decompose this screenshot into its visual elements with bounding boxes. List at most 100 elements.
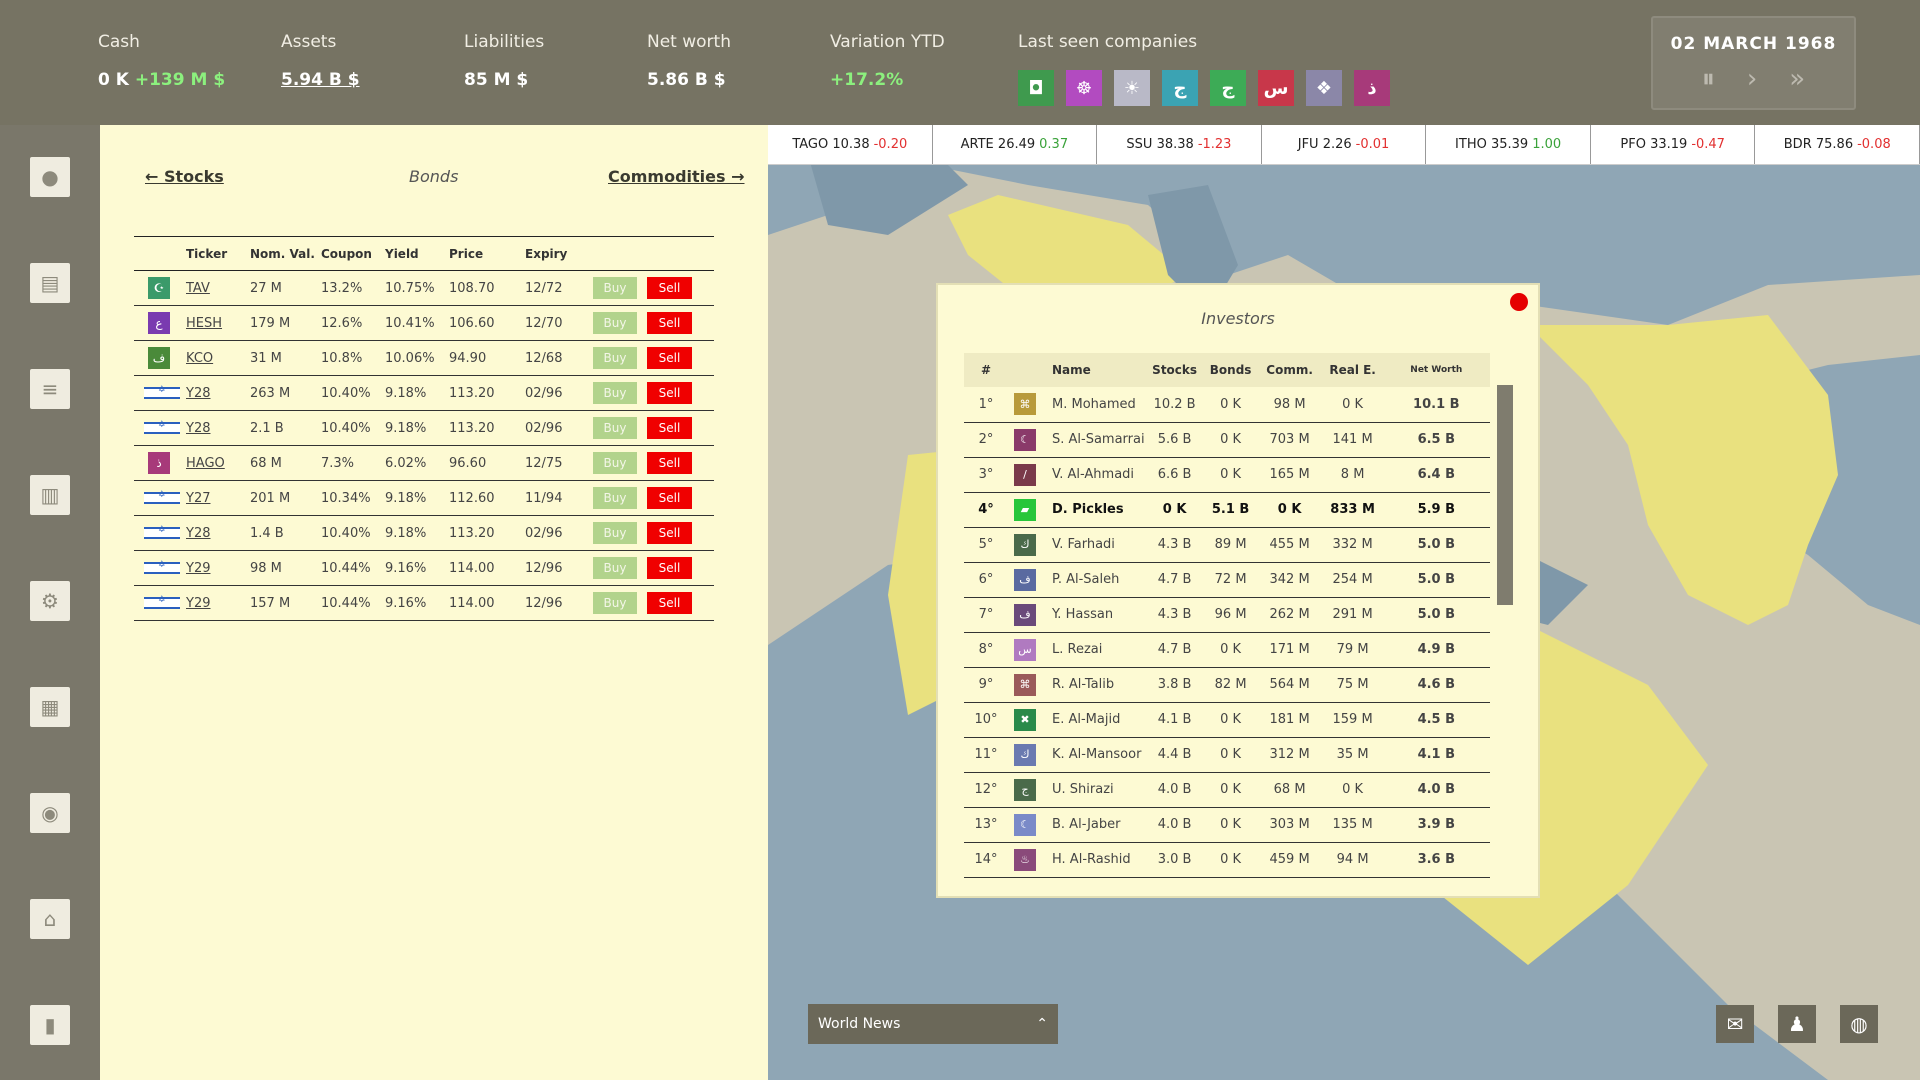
bond-nomval: 2.1 B — [250, 410, 321, 446]
sell-button[interactable]: Sell — [647, 277, 692, 299]
investor-row[interactable]: 14° ♨ H. Al-Rashid 3.0 B0 K 459 M 94 M 3.6 B — [964, 842, 1490, 878]
close-icon[interactable] — [1510, 293, 1528, 311]
bond-expiry: 12/96 — [525, 550, 593, 586]
gear-icon[interactable]: ⚙ — [30, 581, 70, 621]
sell-button[interactable]: Sell — [647, 382, 692, 404]
sell-button[interactable]: Sell — [647, 557, 692, 579]
buy-button[interactable]: Buy — [593, 557, 637, 579]
sell-button[interactable]: Sell — [647, 487, 692, 509]
investor-row[interactable]: 10° ✖ E. Al-Majid 4.1 B0 K 181 M 159 M 4.5 B — [964, 702, 1490, 738]
company-icon[interactable]: ذ — [1354, 70, 1390, 106]
bond-ticker[interactable]: HESH — [186, 316, 222, 331]
bond-ticker[interactable]: Y28 — [186, 421, 210, 436]
bank-icon[interactable]: ⌂ — [30, 899, 70, 939]
document-icon[interactable]: ▤ — [30, 263, 70, 303]
play-button[interactable]: › — [1747, 64, 1757, 95]
sell-button[interactable]: Sell — [647, 522, 692, 544]
world-news-bar[interactable]: World News ⌃ — [808, 1004, 1058, 1044]
investor-networth: 4.0 B — [1382, 772, 1490, 808]
investor-row[interactable]: 9° ⌘ R. Al-Talib 3.8 B 82 M 564 M 75 M 4.6 B — [964, 667, 1490, 703]
buy-button[interactable]: Buy — [593, 522, 637, 544]
chart-icon[interactable]: ▮ — [30, 1005, 70, 1045]
buy-button[interactable]: Buy — [593, 347, 637, 369]
buy-button[interactable]: Buy — [593, 452, 637, 474]
buy-button[interactable]: Buy — [593, 382, 637, 404]
investor-row[interactable]: 4° ▰ D. Pickles 0 K 5.1 B0 K 833 M 5.9 B — [964, 492, 1490, 528]
ticker-item[interactable]: ITHO 35.39 1.00 — [1426, 125, 1591, 164]
bond-ticker[interactable]: KCO — [186, 351, 213, 366]
bond-ticker[interactable]: TAV — [186, 281, 210, 296]
bond-ticker[interactable]: Y29 — [186, 596, 210, 611]
investor-row[interactable]: 2° ☾ S. Al-Samarrai 5.6 B0 K 703 M 141 M 6.5 B — [964, 422, 1490, 458]
ticker-item[interactable]: SSU 38.38 -1.23 — [1097, 125, 1262, 164]
investor-name: B. Al-Jaber — [1042, 807, 1145, 843]
investor-networth: 5.0 B — [1382, 562, 1490, 598]
mail-icon[interactable]: ✉ — [1716, 1005, 1754, 1043]
bond-nomval: 98 M — [250, 550, 321, 586]
bond-ticker[interactable]: Y29 — [186, 561, 210, 576]
database-icon[interactable]: ≡ — [30, 369, 70, 409]
investor-networth: 3.6 B — [1382, 842, 1490, 878]
investor-row[interactable]: 7° ﻑ Y. Hassan 4.3 B 96 M 262 M 291 M 5.0 B — [964, 597, 1490, 633]
ticker-item[interactable]: JFU 2.26 -0.01 — [1262, 125, 1427, 164]
commodities-nav-link[interactable]: Commodities → — [608, 167, 745, 186]
investors-scrollbar[interactable] — [1497, 385, 1513, 605]
sell-button[interactable]: Sell — [647, 312, 692, 334]
bond-ticker[interactable]: Y28 — [186, 526, 210, 541]
fast-forward-button[interactable]: » — [1789, 64, 1805, 95]
advisor-icon[interactable]: ♟ — [1778, 1005, 1816, 1043]
ticker-item[interactable]: BDR 75.86 -0.08 — [1755, 125, 1920, 164]
company-icon[interactable]: ◘ — [1018, 70, 1054, 106]
buy-button[interactable]: Buy — [593, 417, 637, 439]
chevron-up-icon[interactable]: ⌃ — [1036, 1016, 1048, 1032]
buy-button[interactable]: Buy — [593, 312, 637, 334]
buy-button[interactable]: Buy — [593, 592, 637, 614]
assets-value[interactable]: 5.94 B $ — [281, 70, 360, 90]
company-icon[interactable]: ج — [1162, 70, 1198, 106]
bond-row: ذ HAGO 68 M 7.3% 6.02% 96.60 12/75 Buy Sell — [134, 445, 714, 481]
investor-realestate: 141 M — [1322, 422, 1383, 458]
investor-row[interactable]: 13° ☾ B. Al-Jaber 4.0 B0 K 303 M 135 M 3.9 B — [964, 807, 1490, 843]
sell-button[interactable]: Sell — [647, 592, 692, 614]
investor-row[interactable]: 1° ⌘ M. Mohamed 10.2 B0 K 98 M0 K 10.1 B — [964, 387, 1490, 423]
money-bag-icon[interactable]: ◉ — [30, 793, 70, 833]
buy-button[interactable]: Buy — [593, 487, 637, 509]
company-icon[interactable]: س — [1258, 70, 1294, 106]
bond-yield: 10.06% — [385, 340, 449, 376]
person-icon[interactable]: ● — [30, 157, 70, 197]
investor-networth: 5.0 B — [1382, 597, 1490, 633]
bond-ticker[interactable]: Y28 — [186, 386, 210, 401]
investor-row[interactable]: 8° س L. Rezai 4.7 B0 K 171 M 79 M 4.9 B — [964, 632, 1490, 668]
investor-row[interactable]: 5° ﻙ V. Farhadi 4.3 B 89 M 455 M 332 M 5.0 B — [964, 527, 1490, 563]
investor-networth: 5.9 B — [1382, 492, 1490, 528]
sell-button[interactable]: Sell — [647, 417, 692, 439]
ticker-item[interactable]: PFO 33.19 -0.47 — [1591, 125, 1756, 164]
stocks-nav-link[interactable]: ← Stocks — [145, 167, 224, 186]
ticker-item[interactable]: ARTE 26.49 0.37 — [933, 125, 1098, 164]
bond-ticker[interactable]: HAGO — [186, 456, 225, 471]
investor-row[interactable]: 12° ج U. Shirazi 4.0 B0 K 68 M0 K 4.0 B — [964, 772, 1490, 808]
yield-header: Yield — [385, 236, 449, 271]
news-icon[interactable]: ▥ — [30, 475, 70, 515]
assets-stat[interactable]: Assets 5.94 B $ — [281, 32, 360, 90]
company-icon[interactable]: ج — [1210, 70, 1246, 106]
investor-avatar-icon: ☾ — [1014, 813, 1036, 836]
investor-comm: 262 M — [1256, 597, 1323, 633]
company-icon[interactable]: ☀ — [1114, 70, 1150, 106]
sell-button[interactable]: Sell — [647, 452, 692, 474]
investor-row[interactable]: 6° ﻑ P. Al-Saleh 4.7 B 72 M 342 M 254 M 5.0 B — [964, 562, 1490, 598]
buy-button[interactable]: Buy — [593, 277, 637, 299]
building-icon[interactable]: ▦ — [30, 687, 70, 727]
bond-coupon: 13.2% — [321, 270, 385, 306]
investor-stocks: 4.3 B — [1144, 597, 1205, 633]
ticker-item[interactable]: TAGO 10.38 -0.20 — [768, 125, 933, 164]
company-icon[interactable]: ☸ — [1066, 70, 1102, 106]
investor-row[interactable]: 3° / V. Al-Ahmadi 6.6 B0 K 165 M8 M 6.4 B — [964, 457, 1490, 493]
pause-button[interactable]: ⏸ — [1702, 64, 1715, 95]
company-icon[interactable]: ❖ — [1306, 70, 1342, 106]
sell-button[interactable]: Sell — [647, 347, 692, 369]
bond-icon-header — [134, 236, 186, 271]
bond-ticker[interactable]: Y27 — [186, 491, 210, 506]
investor-row[interactable]: 11° ك K. Al-Mansoor 4.4 B0 K 312 M 35 M 4.1 B — [964, 737, 1490, 773]
globe-icon[interactable]: ◍ — [1840, 1005, 1878, 1043]
